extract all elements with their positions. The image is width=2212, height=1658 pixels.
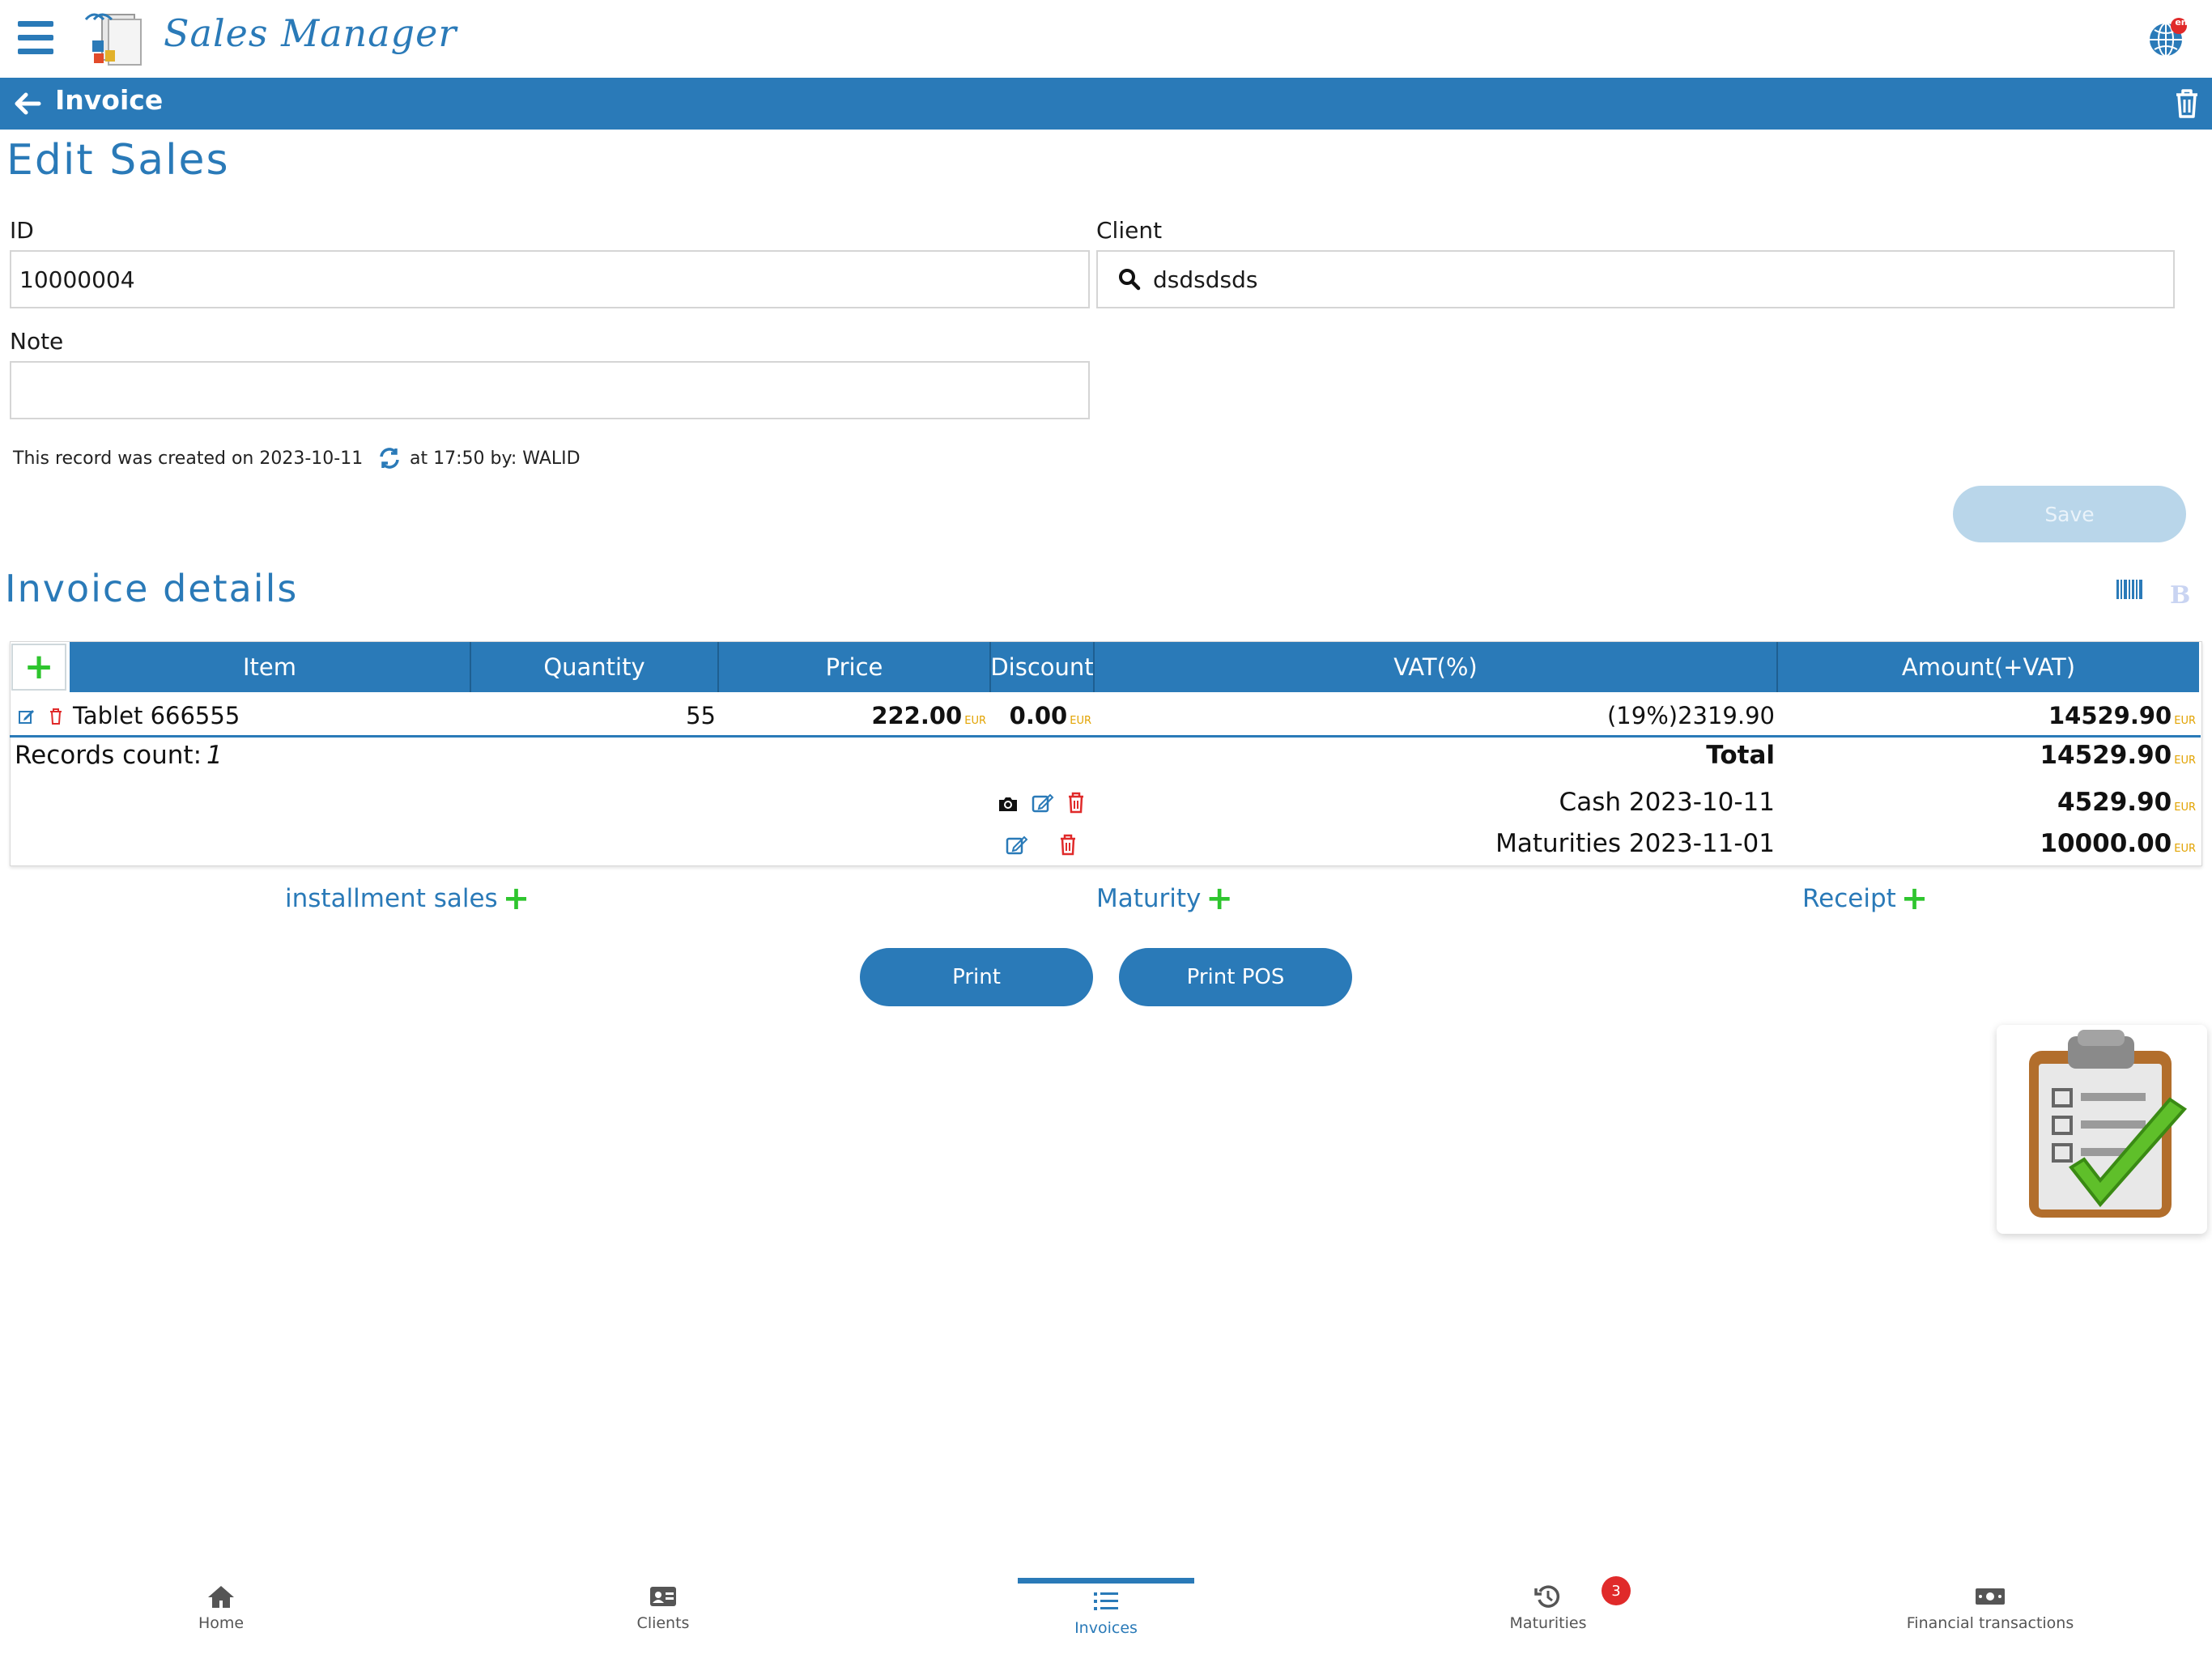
id-field[interactable]: 10000004: [10, 250, 1090, 308]
maturity-label: Maturity: [1096, 884, 1202, 913]
row-divider: [10, 735, 2201, 738]
records-count-value: 1: [206, 741, 223, 770]
print-button[interactable]: Print: [860, 948, 1093, 1006]
plus-icon: +: [502, 880, 530, 917]
nav-invoices-label: Invoices: [1074, 1619, 1138, 1637]
camera-icon[interactable]: [998, 793, 1019, 814]
search-icon: [1119, 269, 1141, 291]
payment-cash-value: 4529.90: [2057, 788, 2172, 817]
nav-clients[interactable]: Clients: [574, 1584, 752, 1632]
records-count-label: Records count:: [15, 741, 202, 770]
col-header-item[interactable]: Item: [70, 642, 471, 692]
note-field[interactable]: [10, 361, 1090, 419]
payment-cash-amount: 4529.90 EUR: [1778, 788, 2196, 817]
total-label: Total: [1706, 741, 1775, 770]
row-discount-value: 0.00: [1009, 702, 1068, 729]
currency-label: EUR: [2174, 843, 2196, 855]
add-item-button[interactable]: +: [11, 644, 66, 691]
edit-row-icon[interactable]: [18, 708, 36, 725]
row-price: 222.00 EUR: [719, 702, 986, 729]
currency-label: EUR: [964, 715, 986, 727]
barcode-icon[interactable]: [2116, 578, 2144, 602]
record-created-info: This record was created on 2023-10-11: [13, 449, 364, 469]
id-card-icon: [650, 1587, 676, 1606]
delete-payment-icon[interactable]: [1067, 792, 1085, 814]
row-discount: 0.00 EUR: [991, 702, 1091, 729]
home-icon: [208, 1586, 234, 1608]
delete-maturity-icon[interactable]: [1059, 834, 1077, 857]
plus-icon: +: [1900, 880, 1929, 917]
nav-invoices[interactable]: Invoices: [1017, 1588, 1195, 1637]
details-heading: Invoice details: [5, 567, 299, 610]
list-icon: [1094, 1592, 1118, 1610]
plus-icon: +: [1206, 880, 1233, 917]
row-quantity: 55: [686, 702, 716, 729]
row-amount: 14529.90 EUR: [1778, 702, 2196, 729]
client-value: dsdsdsds: [1153, 266, 1258, 293]
delete-row-icon[interactable]: [49, 708, 63, 725]
payment-cash-label: Cash 2023-10-11: [1559, 788, 1775, 817]
row-amount-value: 14529.90: [2048, 702, 2172, 729]
money-icon: [1976, 1588, 2005, 1605]
arrow-left-icon[interactable]: [11, 87, 44, 120]
nav-clients-label: Clients: [636, 1614, 690, 1632]
active-tab-indicator: [1018, 1578, 1194, 1584]
record-created-by: at 17:50 by: WALID: [410, 449, 581, 469]
checklist-card[interactable]: [1997, 1025, 2207, 1234]
row-price-value: 222.00: [871, 702, 963, 729]
nav-home-label: Home: [198, 1614, 245, 1632]
nav-maturities-label: Maturities: [1509, 1614, 1587, 1632]
currency-label: EUR: [2174, 715, 2196, 727]
receipt-button[interactable]: Receipt +: [1802, 882, 1928, 915]
nav-financial-transactions[interactable]: Financial transactions: [1901, 1584, 2079, 1632]
nav-financial-label: Financial transactions: [1906, 1614, 2074, 1632]
installment-sales-button[interactable]: installment sales +: [285, 882, 530, 915]
payment-maturity-amount: 10000.00 EUR: [1778, 829, 2196, 858]
total-amount: 14529.90 EUR: [1778, 741, 2196, 770]
form-heading: Edit Sales: [6, 136, 230, 185]
col-header-quantity[interactable]: Quantity: [471, 642, 719, 692]
edit-payment-icon[interactable]: [1032, 792, 1054, 814]
total-value: 14529.90: [2040, 741, 2172, 770]
page-title: Invoice: [55, 84, 164, 116]
currency-label: EUR: [1070, 715, 1091, 727]
client-label: Client: [1096, 217, 1163, 244]
language-badge: en: [2175, 17, 2188, 28]
trash-icon[interactable]: [2173, 87, 2201, 120]
client-field[interactable]: dsdsdsds: [1096, 250, 2175, 308]
receipt-label: Receipt: [1802, 884, 1896, 913]
title-bar: [0, 78, 2212, 130]
app-name: Sales Manager: [164, 11, 457, 55]
row-vat: (19%)2319.90: [1606, 702, 1775, 729]
history-icon: [1534, 1585, 1560, 1608]
row-item: Tablet 666555: [73, 702, 240, 729]
nav-home[interactable]: Home: [132, 1584, 310, 1632]
col-header-discount[interactable]: Discount: [990, 642, 1095, 692]
col-header-amount[interactable]: Amount(+VAT): [1778, 642, 2199, 692]
plus-icon: +: [23, 646, 54, 687]
clipboard-check-icon: [2029, 1030, 2188, 1218]
payment-maturity-label: Maturities 2023-11-01: [1495, 829, 1775, 858]
records-count: Records count: 1: [15, 741, 223, 770]
maturity-button[interactable]: Maturity +: [1096, 882, 1233, 915]
b-icon[interactable]: B: [2170, 581, 2190, 610]
currency-label: EUR: [2174, 801, 2196, 814]
payment-maturity-value: 10000.00: [2040, 829, 2172, 858]
refresh-icon[interactable]: [377, 446, 402, 470]
maturities-badge: 3: [1602, 1576, 1631, 1605]
save-button[interactable]: Save: [1953, 486, 2186, 542]
currency-label: EUR: [2174, 755, 2196, 767]
note-label: Note: [10, 328, 64, 355]
edit-maturity-icon[interactable]: [1006, 834, 1028, 857]
col-header-price[interactable]: Price: [719, 642, 991, 692]
installment-sales-label: installment sales: [285, 884, 498, 913]
hamburger-icon[interactable]: [18, 21, 53, 55]
col-header-vat[interactable]: VAT(%): [1095, 642, 1778, 692]
id-label: ID: [10, 217, 34, 244]
print-pos-button[interactable]: Print POS: [1119, 948, 1352, 1006]
app-logo: [84, 8, 149, 68]
